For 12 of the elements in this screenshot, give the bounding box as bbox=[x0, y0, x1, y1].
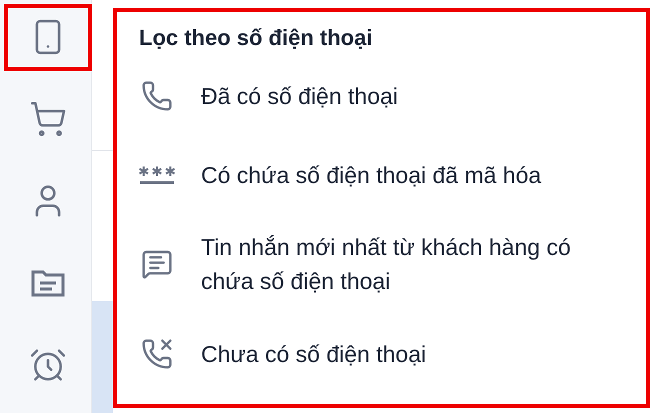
menu-item-label: Tin nhắn mới nhất từ khách hàng có chứa số điện thoại bbox=[201, 233, 572, 296]
masked-number-icon bbox=[139, 164, 175, 184]
menu-item-label: Đã có số điện thoại bbox=[201, 82, 399, 110]
phone-icon bbox=[141, 80, 173, 112]
menu-item-label: Chưa có số điện thoại bbox=[201, 340, 428, 368]
message-icon bbox=[141, 248, 173, 280]
folder-icon bbox=[31, 268, 65, 298]
sidebar-item[interactable] bbox=[4, 4, 92, 71]
phone-x-icon bbox=[141, 338, 173, 370]
cart-icon bbox=[29, 100, 67, 138]
menu-title: Lọc theo số điện thoại bbox=[139, 24, 374, 52]
menu-item-label: Có chứa số điện thoại đã mã hóa bbox=[201, 160, 542, 190]
